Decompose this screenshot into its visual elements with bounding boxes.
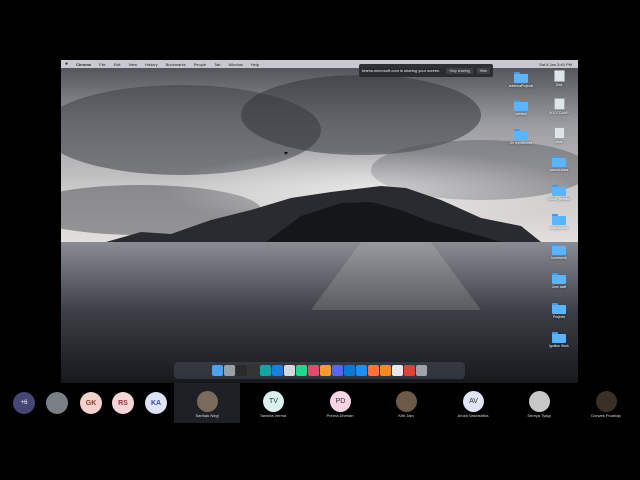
folder-icon: [552, 214, 566, 225]
participant-photo-avatar: [396, 391, 417, 412]
folder-icon: [552, 303, 566, 314]
participant-name: Arush Vashishtha: [457, 413, 489, 418]
wallpaper-image: [61, 60, 578, 383]
drive-icon: [553, 70, 565, 82]
desktop-doc[interactable]: clear: [544, 127, 574, 144]
folder-icon: [552, 185, 566, 196]
participant-avatar[interactable]: RS: [112, 392, 134, 414]
share-banner-text: teams.microsoft.com is sharing your scre…: [362, 68, 441, 73]
mouse-cursor-icon: [284, 152, 288, 155]
drive-icon: [553, 98, 565, 110]
hide-banner-button[interactable]: Hide: [476, 67, 490, 74]
menu-bookmarks[interactable]: Bookmarks: [166, 62, 186, 67]
vscode-icon[interactable]: [344, 365, 355, 376]
firefox-icon[interactable]: [368, 365, 379, 376]
menu-history[interactable]: History: [145, 62, 157, 67]
github-icon[interactable]: [248, 365, 259, 376]
participant-tile[interactable]: TV Tanisha Verma: [240, 383, 306, 423]
participants-strip: +6 GK RS KA Sarthak Negi TV Tanisha Verma PD P…: [0, 383, 640, 423]
preview-icon[interactable]: [224, 365, 235, 376]
folder-icon: [552, 332, 566, 343]
participant-avatar[interactable]: GK: [80, 392, 102, 414]
folder-icon: [552, 244, 566, 255]
desktop-folder[interactable]: Cloud_website: [544, 185, 574, 201]
participant-tile[interactable]: PD Prerna Dhiman: [307, 383, 373, 423]
participant-tile[interactable]: AV Arush Vashishtha: [440, 383, 506, 423]
participant-avatar: AV: [463, 391, 484, 412]
folder-icon: [514, 129, 528, 140]
participant-avatar: PD: [330, 391, 351, 412]
folder-icon: [514, 72, 528, 83]
desktop-folder[interactable]: Ignition Work: [544, 332, 574, 348]
bar-icon[interactable]: [284, 365, 295, 376]
menu-clock[interactable]: Sat 8 Jan 3:40 PM: [539, 62, 578, 67]
stop-sharing-button[interactable]: Stop sharing: [446, 67, 473, 74]
apple-icon[interactable]: ●: [65, 61, 68, 67]
participant-avatar: TV: [263, 391, 284, 412]
menu-app-name[interactable]: Chrome: [76, 62, 91, 67]
more-participants-badge[interactable]: +6: [13, 392, 35, 414]
desktop-folder[interactable]: Projects: [544, 303, 574, 319]
participant-avatar[interactable]: KA: [145, 392, 167, 414]
desktop-folder[interactable]: collegework: [544, 214, 574, 230]
pycharm-icon[interactable]: [296, 365, 307, 376]
trash-icon[interactable]: [416, 365, 427, 376]
participant-tile[interactable]: Kriti Jain: [373, 383, 439, 423]
folder-icon: [552, 273, 566, 284]
participant-name: Kriti Jain: [398, 413, 414, 418]
menu-window[interactable]: Window: [229, 62, 243, 67]
desktop-folder[interactable]: pascal-class: [544, 156, 574, 172]
sourcetree-icon[interactable]: [272, 365, 283, 376]
folder-icon: [552, 156, 566, 167]
dock: [174, 362, 465, 379]
terminal-icon[interactable]: [236, 365, 247, 376]
menu-view[interactable]: View: [129, 62, 138, 67]
intellij-icon[interactable]: [308, 365, 319, 376]
participant-tile[interactable]: Shreya Tyagi: [506, 383, 572, 423]
menu-tab[interactable]: Tab: [214, 62, 220, 67]
menu-file[interactable]: File: [99, 62, 105, 67]
participant-photo-avatar: [596, 391, 617, 412]
participant-name: Dorwek Pourkap: [591, 413, 621, 418]
desktop-folder[interactable]: antennaProjects: [506, 72, 536, 88]
participant-name: Shreya Tyagi: [527, 413, 551, 418]
menu-bar: ● Chrome File Edit View History Bookmark…: [61, 60, 578, 68]
participant-tile[interactable]: Dorwek Pourkap: [573, 383, 639, 423]
participant-photo-avatar[interactable]: [46, 392, 68, 414]
desktop-folder[interactable]: Jove staff: [544, 273, 574, 289]
desktop-folder[interactable]: Git repositories: [506, 129, 536, 145]
participant-photo-avatar: [197, 391, 218, 412]
screen-share-banner: teams.microsoft.com is sharing your scre…: [359, 64, 493, 77]
xcode-icon[interactable]: [356, 365, 367, 376]
menu-people[interactable]: People: [194, 62, 206, 67]
participant-name: Prerna Dhiman: [326, 413, 354, 418]
chrome-icon[interactable]: [404, 365, 415, 376]
folder-icon: [514, 100, 528, 111]
desktop-drive[interactable]: Disk: [544, 70, 574, 87]
sublime-icon[interactable]: [320, 365, 331, 376]
participant-tile[interactable]: Sarthak Negi: [174, 383, 240, 423]
shared-screen: ● Chrome File Edit View History Bookmark…: [61, 60, 578, 383]
desktop-folder[interactable]: homework: [544, 244, 574, 260]
finder-icon[interactable]: [212, 365, 223, 376]
menu-edit[interactable]: Edit: [114, 62, 121, 67]
participant-name: Tanisha Verma: [259, 413, 287, 418]
vlc-icon[interactable]: [380, 365, 391, 376]
desktop-drive[interactable]: BOOTCAMP: [544, 98, 574, 115]
menu-help[interactable]: Help: [251, 62, 259, 67]
participant-name: Sarthak Negi: [195, 413, 219, 418]
desktop-folder[interactable]: untitled: [506, 100, 536, 116]
textedit-icon[interactable]: [392, 365, 403, 376]
discord-icon[interactable]: [332, 365, 343, 376]
document-icon: [553, 127, 565, 139]
participant-photo-avatar: [529, 391, 550, 412]
arduino-icon[interactable]: [260, 365, 271, 376]
